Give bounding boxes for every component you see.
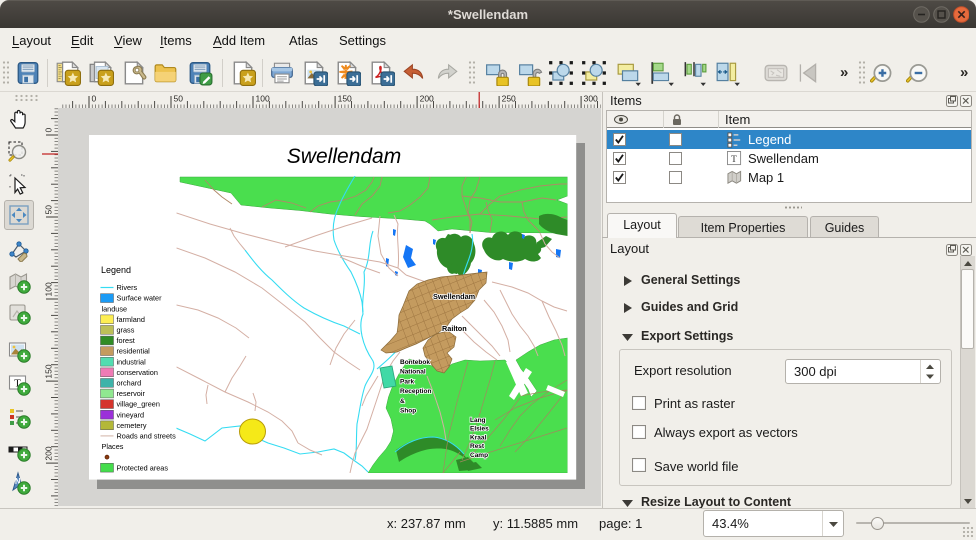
svg-text:Legend: Legend <box>101 265 131 275</box>
svg-text:Rest: Rest <box>470 443 485 450</box>
svg-text:forest: forest <box>117 336 135 345</box>
svg-text:Rivers: Rivers <box>117 283 138 292</box>
svg-text:Railton: Railton <box>442 324 467 333</box>
svg-text:Shop: Shop <box>400 408 416 415</box>
svg-text:residential: residential <box>117 347 151 356</box>
svg-text:vineyard: vineyard <box>117 410 145 419</box>
svg-text:Swellendam: Swellendam <box>433 292 476 301</box>
svg-text:village_green: village_green <box>117 400 160 409</box>
svg-text:Lang: Lang <box>470 417 486 424</box>
svg-text:200: 200 <box>44 446 54 460</box>
svg-text:50: 50 <box>174 94 184 104</box>
svg-text:Surface water: Surface water <box>117 294 163 303</box>
svg-text:Roads and streets: Roads and streets <box>117 432 177 441</box>
svg-text:reservoir: reservoir <box>117 389 146 398</box>
svg-text:industrial: industrial <box>117 357 147 366</box>
svg-text:Protected areas: Protected areas <box>117 463 169 472</box>
svg-text:100: 100 <box>256 94 270 104</box>
svg-text:Camp: Camp <box>470 452 488 459</box>
svg-text:Kraal: Kraal <box>470 434 486 441</box>
svg-text:Swellendam: Swellendam <box>287 145 401 168</box>
svg-text:150: 150 <box>44 364 54 378</box>
svg-text:grass: grass <box>117 326 135 335</box>
svg-text:250: 250 <box>502 94 516 104</box>
svg-text:200: 200 <box>420 94 434 104</box>
svg-text:&: & <box>400 398 405 405</box>
svg-text:National: National <box>400 369 426 376</box>
svg-text:farmland: farmland <box>117 315 145 324</box>
svg-text:Places: Places <box>102 442 124 451</box>
svg-text:Reception: Reception <box>400 388 431 395</box>
svg-text:Elsies: Elsies <box>470 426 489 433</box>
svg-text:300: 300 <box>584 94 598 104</box>
svg-text:0: 0 <box>44 128 54 133</box>
svg-text:0: 0 <box>92 94 97 104</box>
svg-text:T: T <box>731 155 737 165</box>
svg-text:100: 100 <box>44 282 54 296</box>
svg-text:conservation: conservation <box>117 368 158 377</box>
svg-text:landuse: landuse <box>102 304 128 313</box>
svg-text:Park: Park <box>400 378 414 385</box>
svg-text:150: 150 <box>338 94 352 104</box>
svg-text:50: 50 <box>44 205 54 215</box>
svg-text:orchard: orchard <box>117 379 142 388</box>
svg-text:cemetery: cemetery <box>117 421 147 430</box>
svg-text:Bontebok: Bontebok <box>400 359 430 366</box>
